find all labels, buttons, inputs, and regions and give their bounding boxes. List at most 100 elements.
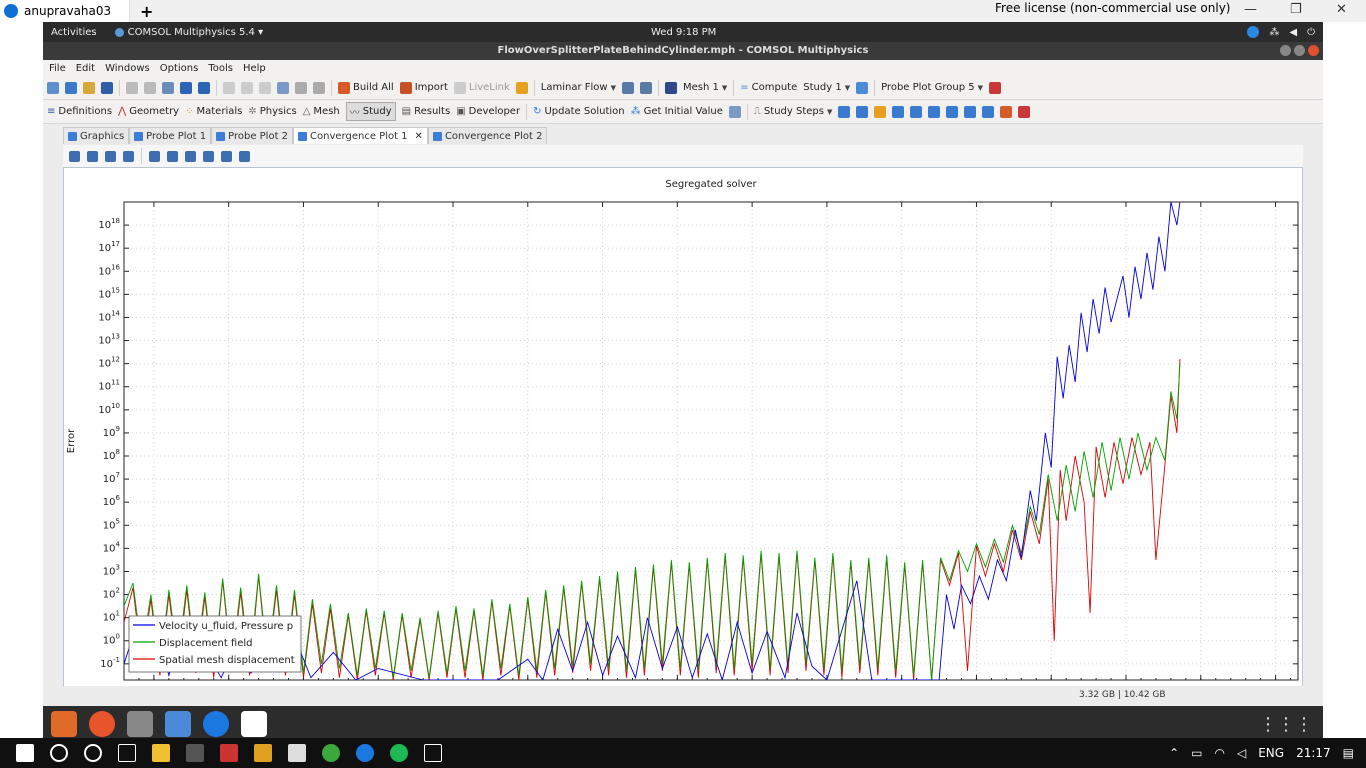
probe-group-select[interactable]: Probe Plot Group 5 ▼ xyxy=(881,82,983,93)
print-icon[interactable] xyxy=(239,150,250,162)
window-maximize-button[interactable] xyxy=(1294,45,1305,56)
tab-probe-plot-2[interactable]: Probe Plot 2 xyxy=(211,127,294,144)
tab-results[interactable]: ▤ Results xyxy=(402,106,451,117)
windows-start-icon[interactable] xyxy=(16,744,34,762)
battery-icon[interactable]: ▭ xyxy=(1191,746,1202,760)
grid-icon[interactable] xyxy=(149,150,160,162)
tab-probe-plot-1[interactable]: Probe Plot 1 xyxy=(129,127,212,144)
activities-button[interactable]: Activities xyxy=(51,27,97,38)
materials-icon[interactable] xyxy=(515,81,528,94)
store-icon[interactable] xyxy=(254,744,272,762)
volume-icon[interactable]: ◁ xyxy=(1237,746,1246,760)
menu-edit[interactable]: Edit xyxy=(76,63,95,74)
wifi-icon[interactable]: ◠ xyxy=(1214,746,1224,760)
physics-settings-icon[interactable] xyxy=(640,81,652,94)
window-close-button[interactable] xyxy=(1308,45,1319,56)
minimize-button[interactable]: — xyxy=(1244,2,1257,17)
tab-study[interactable]: 〰 Study xyxy=(345,102,396,121)
probe-plot-icon[interactable] xyxy=(989,81,1002,94)
tab-convergence-plot-1[interactable]: Convergence Plot 1 ✕ xyxy=(293,127,428,144)
teamviewer-tray-icon[interactable] xyxy=(1247,26,1260,38)
file-explorer-icon[interactable] xyxy=(152,744,170,762)
import-button[interactable]: Import xyxy=(399,81,448,94)
save-icon[interactable] xyxy=(101,81,113,94)
window-minimize-button[interactable] xyxy=(1280,45,1291,56)
menu-file[interactable]: File xyxy=(49,63,66,74)
convergence-chart[interactable]: Segregated solver80508100815082008250830… xyxy=(64,168,1302,706)
compute-plot-icon[interactable] xyxy=(982,105,995,118)
cortana-icon[interactable] xyxy=(84,744,102,762)
add-component-icon[interactable] xyxy=(223,81,235,94)
physics-add-icon[interactable] xyxy=(622,81,634,94)
mesh-icon[interactable] xyxy=(665,81,677,94)
zoom-box-icon[interactable] xyxy=(105,150,116,162)
show-default-solver-icon[interactable] xyxy=(964,105,977,118)
livelink-button[interactable]: LiveLink xyxy=(453,81,510,94)
close-tab-icon[interactable]: ✕ xyxy=(415,131,423,142)
redo-icon[interactable] xyxy=(144,81,156,94)
study-add-icon[interactable] xyxy=(856,81,869,94)
taskbar-clock[interactable]: 21:17 xyxy=(1296,746,1331,760)
compute-button[interactable]: = Compute xyxy=(740,82,797,93)
undo-icon[interactable] xyxy=(126,81,138,94)
network-icon[interactable]: ⁂ xyxy=(1269,27,1279,38)
menu-tools[interactable]: Tools xyxy=(208,63,233,74)
tab-developer[interactable]: ▣ Developer xyxy=(456,106,520,117)
tab-geometry[interactable]: ⋀ Geometry xyxy=(118,106,179,117)
close-button[interactable]: ✕ xyxy=(1336,2,1347,17)
parameters-icon[interactable] xyxy=(277,81,289,94)
settings-icon[interactable] xyxy=(162,81,174,94)
study-select[interactable]: Study 1 ▼ xyxy=(803,82,850,93)
zoom-out-icon[interactable] xyxy=(87,150,98,162)
clock[interactable]: Wed 9:18 PM xyxy=(651,27,716,38)
tab-definitions[interactable]: ≡ Definitions xyxy=(47,106,112,117)
teamviewer-taskbar-icon[interactable] xyxy=(356,744,374,762)
files-manager-icon[interactable] xyxy=(51,711,77,737)
task-view-icon[interactable] xyxy=(118,744,136,762)
tab-mesh[interactable]: △ Mesh xyxy=(303,106,340,117)
legend-icon[interactable] xyxy=(167,150,178,162)
get-initial-value-button[interactable]: ⁂ Get Initial Value xyxy=(631,106,723,117)
camera-icon[interactable] xyxy=(221,150,232,162)
notifications-icon[interactable]: ▤ xyxy=(1343,746,1354,760)
chevron-up-icon[interactable]: ⌃ xyxy=(1169,746,1179,760)
menu-help[interactable]: Help xyxy=(243,63,266,74)
stop-icon[interactable] xyxy=(259,81,271,94)
batch-icon[interactable] xyxy=(892,105,905,118)
frame-icon[interactable] xyxy=(185,150,196,162)
search-icon[interactable] xyxy=(50,744,68,762)
cluster-icon[interactable] xyxy=(910,105,923,118)
language-indicator[interactable]: ENG xyxy=(1258,746,1284,760)
build-all-button[interactable]: Build All xyxy=(338,81,394,94)
zoom-in-icon[interactable] xyxy=(69,150,80,162)
tab-physics[interactable]: ✲ Physics xyxy=(248,106,296,117)
app-icon[interactable] xyxy=(220,744,238,762)
photos-icon[interactable] xyxy=(424,744,442,762)
chrome-icon[interactable] xyxy=(322,744,340,762)
teamviewer-dock-icon[interactable] xyxy=(203,711,229,737)
solver-icon[interactable] xyxy=(728,105,741,118)
clear-meshes-icon[interactable] xyxy=(1018,105,1031,118)
menu-windows[interactable]: Windows xyxy=(105,63,150,74)
mesh-select[interactable]: Mesh 1 ▼ xyxy=(683,82,727,93)
sensitivity-icon[interactable] xyxy=(946,105,959,118)
new-file-icon[interactable] xyxy=(47,81,59,94)
tab-convergence-plot-2[interactable]: Convergence Plot 2 xyxy=(427,127,548,144)
app-dock-icon[interactable] xyxy=(241,711,267,737)
optimization-icon[interactable] xyxy=(928,105,941,118)
volume-icon[interactable]: ◀ xyxy=(1289,27,1297,38)
function-icon[interactable] xyxy=(856,105,869,118)
clear-solutions-icon[interactable] xyxy=(1000,105,1013,118)
session-tab[interactable]: anupravaha03 xyxy=(0,0,130,22)
zoom-extents-icon[interactable] xyxy=(123,150,134,162)
update-solution-button[interactable]: ↻ Update Solution xyxy=(533,106,625,117)
study-steps-button[interactable]: ⎍ Study Steps ▼ xyxy=(754,106,832,117)
system-tray[interactable]: ⁂ ◀ ⏻ xyxy=(1247,26,1315,38)
spotify-icon[interactable] xyxy=(390,744,408,762)
show-apps-icon[interactable]: ⋮⋮⋮ xyxy=(1259,714,1313,735)
graphics-window[interactable]: Segregated solver80508100815082008250830… xyxy=(63,167,1303,706)
file-cabinet-icon[interactable] xyxy=(127,711,153,737)
mail-icon[interactable] xyxy=(288,744,306,762)
firefox-icon[interactable] xyxy=(89,711,115,737)
add-physics-icon[interactable] xyxy=(241,81,253,94)
